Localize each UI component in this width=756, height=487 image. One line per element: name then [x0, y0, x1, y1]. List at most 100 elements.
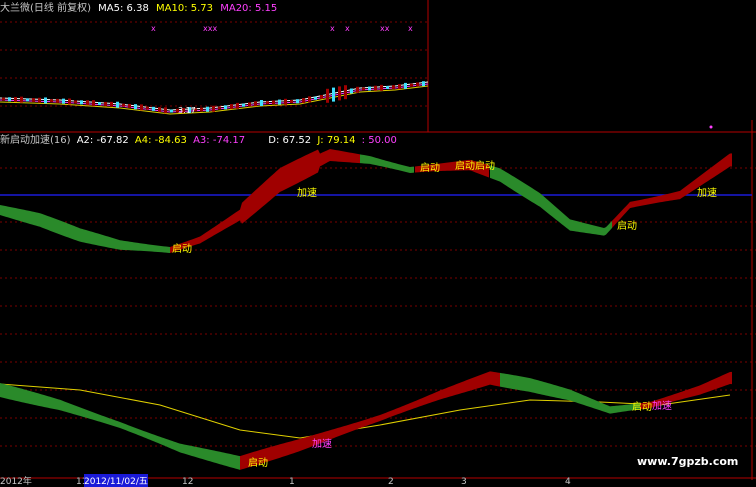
candle-13 — [80, 100, 83, 105]
candle-26 — [158, 107, 161, 113]
candle-28 — [170, 109, 173, 113]
x-tick-6: 3 — [461, 477, 467, 487]
marker-dot — [709, 125, 713, 129]
candle-5 — [32, 98, 35, 103]
candle-63 — [380, 84, 383, 91]
candle-17 — [104, 101, 107, 106]
candle-66 — [398, 84, 401, 90]
candle-10 — [62, 98, 65, 104]
start-label-6: 启动 — [248, 458, 268, 469]
candle-6 — [38, 97, 41, 103]
candle-23 — [140, 104, 143, 111]
x-tick-4: 1 — [289, 477, 295, 487]
candle-37 — [224, 105, 227, 110]
lower-ribbon-seg-2 — [500, 372, 640, 414]
candle-0 — [2, 97, 5, 101]
candle-4 — [26, 98, 29, 102]
marker-1: x — [151, 24, 156, 33]
candle-55 — [332, 87, 335, 102]
start-label-5: 启动 — [617, 221, 637, 232]
candle-1 — [8, 97, 11, 102]
candle-53 — [320, 95, 323, 99]
x-tick-2: 2012/11/02/五 — [84, 474, 148, 487]
candle-27 — [164, 107, 167, 114]
candle-54 — [326, 88, 329, 103]
candle-59 — [356, 86, 359, 93]
low-price-mark: 3.17 — [178, 106, 196, 115]
candle-47 — [284, 98, 287, 105]
marker-4: x — [345, 24, 350, 33]
accel-label-3: 加速 — [312, 439, 332, 450]
candle-45 — [272, 100, 275, 105]
accel-label-1: 加速 — [297, 188, 317, 199]
lower-ribbon-seg-1 — [240, 371, 500, 470]
accel-label-2: 加速 — [697, 188, 717, 199]
candle-65 — [392, 85, 395, 90]
candle-19 — [116, 101, 119, 108]
ma5-value: MA5: 6.38 — [98, 3, 149, 14]
start-label-4: 启动 — [475, 161, 495, 172]
stock-title: 大兰微(日线 前复权) — [0, 3, 91, 14]
upper-ribbon-seg-1 — [170, 149, 360, 254]
candle-34 — [206, 106, 209, 112]
candle-14 — [86, 100, 89, 106]
candle-57 — [344, 85, 347, 100]
upper-ribbon-seg-4 — [490, 165, 612, 236]
marker-5: xx — [380, 24, 390, 33]
a3-value: A3: -74.17 — [193, 135, 246, 146]
candle-38 — [230, 104, 233, 110]
candle-43 — [260, 100, 263, 106]
candle-68 — [410, 83, 413, 87]
candle-25 — [152, 106, 155, 111]
x-tick-5: 2 — [388, 477, 394, 487]
upper-ribbon-seg-2 — [360, 154, 414, 174]
candle-20 — [122, 103, 125, 107]
marker-2: xxx — [203, 24, 218, 33]
start-label-3: 启动 — [455, 161, 475, 172]
candle-70 — [422, 81, 425, 87]
marker-3: x — [330, 24, 335, 33]
start-label-7: 启动 — [632, 402, 652, 413]
candle-52 — [314, 96, 317, 100]
candle-35 — [212, 105, 215, 112]
a4-value: A4: -84.63 — [134, 135, 187, 146]
marker-6: x — [408, 24, 413, 33]
d-value: D: 67.52 — [268, 135, 312, 146]
candle-61 — [368, 86, 371, 91]
ma10-value: MA10: 5.73 — [156, 3, 214, 14]
j-value: J: 79.14 — [317, 135, 356, 146]
candle-46 — [278, 99, 281, 105]
upper-ribbon-seg-0 — [0, 205, 170, 254]
candle-22 — [134, 104, 137, 110]
x-tick-7: 4 — [565, 477, 571, 487]
start-label-1: 启动 — [172, 244, 192, 255]
candle-8 — [50, 99, 53, 103]
candle-11 — [68, 98, 71, 105]
candle-64 — [386, 86, 389, 90]
x-tick-0: 2012年 — [0, 477, 32, 487]
candle-42 — [254, 101, 257, 107]
candle-58 — [350, 88, 353, 94]
candle-12 — [74, 100, 77, 104]
a2-value: A2: -67.82 — [76, 135, 129, 146]
candle-56 — [338, 86, 341, 101]
price-panel-header: 大兰微(日线 前复权) MA5: 6.38 MA10: 5.73 MA20: 5… — [0, 3, 277, 15]
candle-3 — [20, 96, 23, 103]
candle-40 — [242, 103, 245, 107]
candle-51 — [308, 96, 311, 103]
lower-ribbon-seg-0 — [0, 383, 240, 470]
candle-15 — [92, 100, 95, 107]
candle-49 — [296, 99, 299, 104]
candle-36 — [218, 106, 221, 110]
candle-18 — [110, 101, 113, 107]
candle-50 — [302, 98, 305, 104]
candle-33 — [200, 107, 203, 112]
candle-67 — [404, 82, 407, 89]
candle-7 — [44, 97, 47, 104]
candle-16 — [98, 102, 101, 106]
fifty-value: : 50.00 — [361, 135, 397, 146]
indicator-panel-header: 新启动加速(16) A2: -67.82 A4: -84.63 A3: -74.… — [0, 135, 397, 147]
candle-39 — [236, 102, 239, 109]
ma20-value: MA20: 5.15 — [220, 3, 278, 14]
indicator-title: 新启动加速(16) — [0, 135, 71, 146]
